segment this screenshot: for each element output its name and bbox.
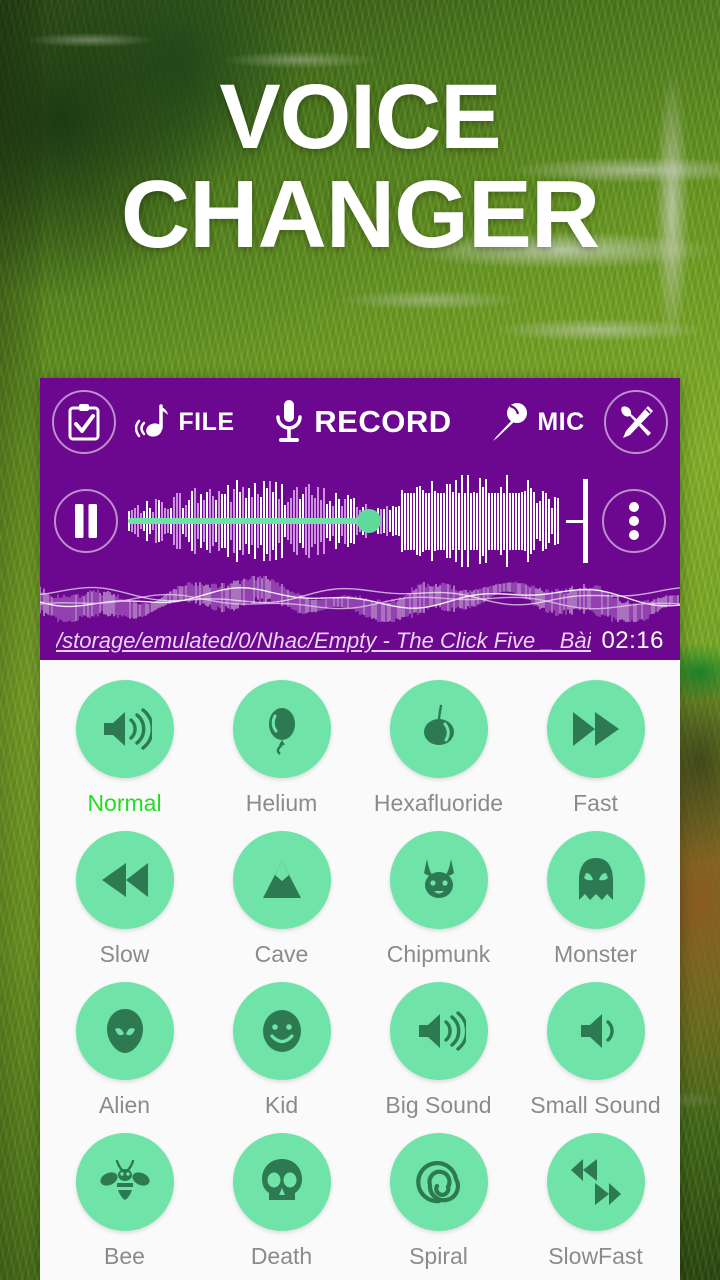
speaker-loud-icon [412,1004,466,1058]
heavy-balloon-icon [412,702,466,756]
effect-circle[interactable] [546,831,645,929]
header-toolbar: FILE RECORD MIC [40,378,680,466]
effect-label: Spiral [409,1243,468,1269]
effect-label: Normal [87,790,162,816]
microphone-icon [273,399,305,445]
effect-item-slowfast[interactable]: SlowFast [517,1127,674,1270]
alien-head-icon [98,1004,152,1058]
speaker-quiet-icon [569,1004,623,1058]
page-title: VOICE CHANGER [0,71,720,269]
speaker-waves-icon [98,702,152,756]
effect-label: Hexafluoride [373,790,504,816]
progress-line [128,518,370,524]
clipboard-check-icon [67,403,101,441]
effect-item-chipmunk[interactable]: Chipmunk [360,825,517,968]
balloon-icon [255,702,309,756]
effect-circle[interactable] [389,680,488,778]
effect-circle[interactable] [546,680,645,778]
effect-item-bee[interactable]: Bee [46,1127,203,1270]
effect-item-monster[interactable]: Monster [517,825,674,968]
effect-item-big-sound[interactable]: Big Sound [360,976,517,1119]
effect-item-helium[interactable]: Helium [203,674,360,817]
effect-circle[interactable] [546,982,645,1080]
effects-grid: Normal Helium Hexafluoride Fast Slow Cave Chip… [40,660,680,1270]
playback-time: 02:16 [601,627,664,654]
effect-item-death[interactable]: Death [203,1127,360,1270]
effect-item-hexafluoride[interactable]: Hexafluoride [360,674,517,817]
progress-knob[interactable] [357,509,382,533]
chipmunk-icon [412,853,466,907]
effect-item-cave[interactable]: Cave [203,825,360,968]
effect-label: Cave [254,941,309,967]
effect-circle[interactable] [546,1133,645,1231]
effect-label: Alien [98,1092,151,1118]
effect-label: Monster [553,941,638,967]
effect-circle[interactable] [232,1133,331,1231]
mountain-icon [255,853,309,907]
three-dots-vertical-icon [628,502,640,540]
effect-label: Fast [573,790,618,816]
title-line-1: VOICE [219,66,501,168]
effect-circle[interactable] [232,831,331,929]
effect-item-kid[interactable]: Kid [203,976,360,1119]
notes-button[interactable] [52,390,116,454]
rewind-icon [98,853,152,907]
mic-button[interactable]: MIC [471,402,604,442]
app-panel: FILE RECORD MIC /storage/emulated/0/Nhac… [40,378,680,1280]
effect-label: SlowFast [548,1243,643,1269]
mic-label: MIC [537,407,585,436]
rewind-fastforward-icon [569,1155,623,1209]
effect-label: Slow [99,941,150,967]
bee-icon [98,1155,152,1209]
effect-circle[interactable] [75,680,174,778]
effect-label: Kid [264,1092,299,1118]
smiley-face-icon [255,1004,309,1058]
effect-item-slow[interactable]: Slow [46,825,203,968]
effect-item-spiral[interactable]: Spiral [360,1127,517,1270]
monster-ghost-icon [569,853,623,907]
overflow-menu-button[interactable] [602,489,666,553]
music-note-icon [135,404,169,440]
fast-forward-icon [569,702,623,756]
file-info-bar: /storage/emulated/0/Nhac/Empty - The Cli… [40,622,680,660]
effect-circle[interactable] [75,831,174,929]
pause-button[interactable] [54,489,118,553]
file-path-text[interactable]: /storage/emulated/0/Nhac/Empty - The Cli… [56,628,591,654]
effect-item-fast[interactable]: Fast [517,674,674,817]
handheld-mic-icon [490,402,528,442]
effect-item-alien[interactable]: Alien [46,976,203,1119]
file-button[interactable]: FILE [116,404,254,440]
spiral-icon [412,1155,466,1209]
effect-circle[interactable] [389,1133,488,1231]
file-label: FILE [178,407,235,436]
pause-icon [73,504,99,538]
effect-circle[interactable] [232,680,331,778]
effect-label: Small Sound [530,1092,661,1118]
effect-label: Helium [245,790,318,816]
effect-circle[interactable] [389,831,488,929]
waveform-end-marker [583,479,588,563]
effect-circle[interactable] [232,982,331,1080]
purple-header: FILE RECORD MIC /storage/emulated/0/Nhac… [40,378,680,660]
decorative-waveform [40,576,680,622]
waveform-scrubber[interactable] [128,475,592,567]
effect-circle[interactable] [75,1133,174,1231]
effect-circle[interactable] [389,982,488,1080]
effect-label: Big Sound [385,1092,492,1118]
effect-item-normal[interactable]: Normal [46,674,203,817]
effect-label: Death [250,1243,313,1269]
title-line-2: CHANGER [120,161,600,269]
record-label: RECORD [314,404,452,439]
settings-button[interactable] [604,390,668,454]
effect-circle[interactable] [75,982,174,1080]
skull-icon [255,1155,309,1209]
effect-label: Bee [104,1243,145,1269]
wrench-pencil-icon [617,403,655,441]
player-transport-row [40,466,680,576]
effect-label: Chipmunk [386,941,491,967]
record-button[interactable]: RECORD [254,399,471,445]
effect-item-small-sound[interactable]: Small Sound [517,976,674,1119]
